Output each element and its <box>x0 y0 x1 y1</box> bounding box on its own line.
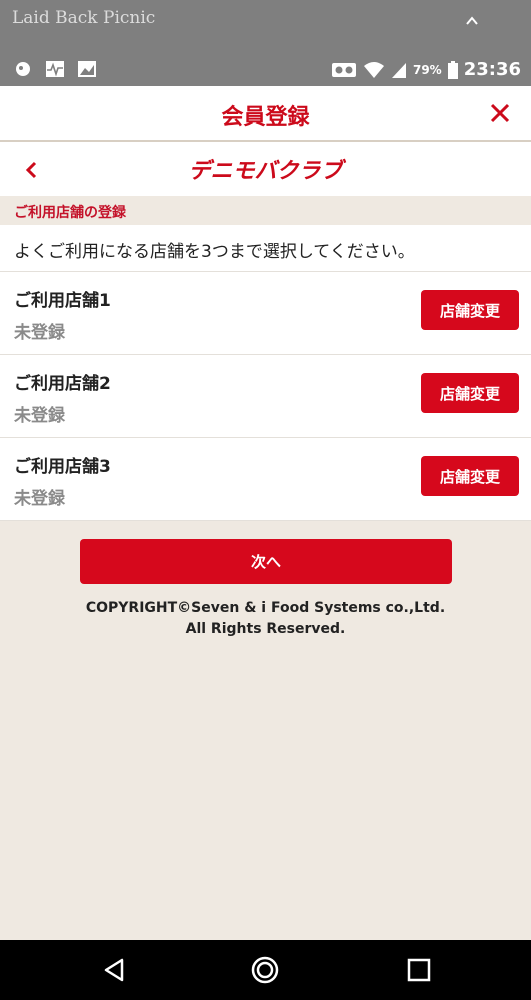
change-store-button-1[interactable]: 店舗変更 <box>421 290 519 330</box>
store-status: 未登録 <box>14 406 65 426</box>
back-triangle-icon[interactable] <box>100 955 130 985</box>
copyright-line-1: COPYRIGHT©Seven & i Food Systems co.,Ltd… <box>85 600 446 616</box>
sub-header: デニモバクラブ <box>0 142 531 196</box>
chevron-up-icon[interactable] <box>465 14 479 28</box>
next-button[interactable]: 次へ <box>80 539 452 584</box>
activity-icon <box>46 61 64 77</box>
store-name: ご利用店舗2 <box>14 374 111 394</box>
status-left-icons <box>13 60 97 78</box>
voicemail-icon <box>331 62 356 77</box>
store-status: 未登録 <box>14 323 65 343</box>
gallery-icon <box>78 61 96 77</box>
store-status: 未登録 <box>14 489 65 509</box>
app-header: 会員登録 <box>0 86 531 142</box>
store-row-2: ご利用店舗2 未登録 店舗変更 <box>0 355 531 438</box>
section-header: ご利用店舗の登録 <box>0 197 531 225</box>
status-right-icons: 79% 23:36 <box>331 59 521 80</box>
store-row-3: ご利用店舗3 未登録 店舗変更 <box>0 438 531 521</box>
wifi-icon <box>363 61 384 78</box>
change-store-button-3[interactable]: 店舗変更 <box>421 456 519 496</box>
store-row-1: ご利用店舗1 未登録 店舗変更 <box>0 272 531 355</box>
copyright-line-2: All Rights Reserved. <box>185 621 346 637</box>
signal-icon <box>391 62 406 78</box>
section-label: ご利用店舗の登録 <box>14 205 126 221</box>
status-bar: Laid Back Picnic 79% 23:36 <box>0 0 531 86</box>
battery-percent: 79% <box>412 62 442 77</box>
instruction-row: よくご利用になる店舗を3つまで選択してください。 <box>0 225 531 272</box>
store-name: ご利用店舗3 <box>14 457 111 477</box>
page-title: 会員登録 <box>221 105 310 130</box>
brand-logo: デニモバクラブ <box>188 159 343 184</box>
change-store-button-2[interactable]: 店舗変更 <box>421 373 519 413</box>
recents-square-icon[interactable] <box>404 955 434 985</box>
instruction-text: よくご利用になる店舗を3つまで選択してください。 <box>14 242 415 262</box>
status-time: 23:36 <box>463 59 521 80</box>
notification-icon <box>16 62 30 76</box>
navigation-bar <box>0 940 531 1000</box>
home-circle-icon[interactable] <box>250 955 280 985</box>
close-icon[interactable] <box>487 100 513 126</box>
notification-title: Laid Back Picnic <box>12 8 156 28</box>
store-name: ご利用店舗1 <box>14 291 111 311</box>
battery-icon <box>447 60 458 79</box>
